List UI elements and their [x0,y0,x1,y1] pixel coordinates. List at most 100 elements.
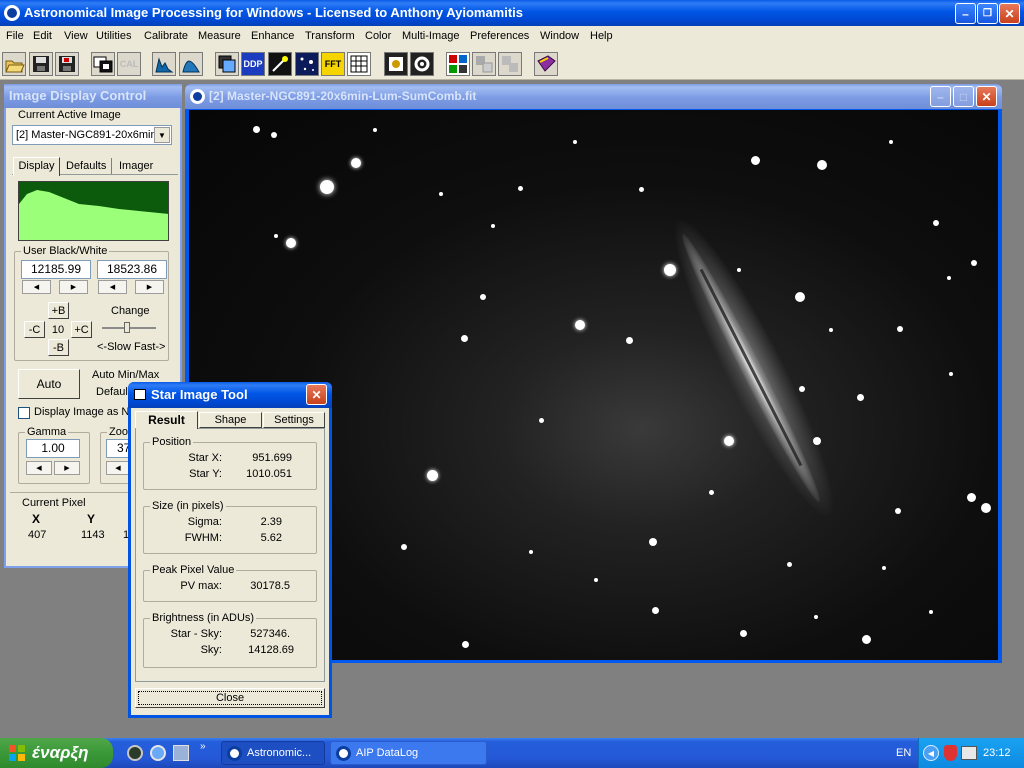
gamma-input[interactable]: 1.00 [26,439,80,458]
app-titlebar[interactable]: Astronomical Image Processing for Window… [0,0,1024,26]
star [889,140,893,144]
star [462,641,469,648]
active-image-dropdown[interactable]: [2] Master-NGC891-20x6min- ▼ [12,125,172,145]
close-dialog-button[interactable]: Close [135,688,325,708]
speed-slider[interactable] [102,322,156,333]
brightness-down-button[interactable]: -B [48,339,69,356]
tab-shape[interactable]: Shape [199,412,262,428]
tab-defaults[interactable]: Defaults [66,160,106,172]
star-tool-close-icon[interactable]: ✕ [306,384,327,405]
gamma-label: Gamma [25,426,69,438]
save-as-fits-icon[interactable] [55,52,79,76]
restore-button[interactable]: ❐ [977,3,998,24]
menu-calibrate[interactable]: Calibrate [144,26,188,46]
auto-minmax-label[interactable]: Auto Min/Max [92,369,159,381]
menu-view[interactable]: View [64,26,88,46]
tab-settings[interactable]: Settings [263,412,325,428]
network-tray-icon[interactable] [961,746,977,760]
contrast-up-button[interactable]: +C [71,321,92,338]
tab-display[interactable]: Display [13,157,60,176]
image-icon[interactable] [91,52,115,76]
image-minimize-button[interactable]: – [930,86,951,107]
start-button[interactable]: έναρξη [0,738,113,768]
menu-bar: File Edit View Utilities Calibrate Measu… [0,26,1024,46]
chevron-down-icon[interactable]: ▼ [154,127,170,143]
multi-image-icon[interactable] [446,52,470,76]
sigma-value: 2.39 [260,516,282,528]
cal-icon[interactable]: CAL [117,52,141,76]
chevron-right-icon[interactable]: » [200,741,206,752]
star [709,490,714,495]
menu-window[interactable]: Window [540,26,579,46]
grid-icon[interactable] [347,52,371,76]
curve-icon[interactable] [179,52,203,76]
white-level-input[interactable]: 18523.86 [97,260,167,279]
tray-arrow-icon[interactable]: ◀ [923,745,939,761]
star-field-icon[interactable] [295,52,319,76]
brightness-up-button[interactable]: +B [48,302,69,319]
histogram-icon[interactable] [152,52,176,76]
menu-utilities[interactable]: Utilities [96,26,131,46]
star [664,264,676,276]
align-icon[interactable] [472,52,496,76]
star [947,276,951,280]
auto-button[interactable]: Auto [18,369,80,399]
gamma-increase-button[interactable]: ▶ [54,461,80,475]
star-sky-label: Star - Sky: [170,628,222,640]
white-increase-button[interactable]: ▶ [135,280,164,294]
star [491,224,495,228]
clock[interactable]: 23:12 [983,747,1011,759]
gamma-decrease-button[interactable]: ◀ [26,461,52,475]
security-shield-icon[interactable] [944,745,957,761]
tab-imager[interactable]: Imager [119,160,153,172]
star [829,328,833,332]
menu-edit[interactable]: Edit [33,26,52,46]
black-increase-button[interactable]: ▶ [59,280,88,294]
stack-icon[interactable] [215,52,239,76]
image-maximize-button[interactable]: □ [953,86,974,107]
menu-help[interactable]: Help [590,26,613,46]
ddp-icon[interactable]: DDP [241,52,265,76]
menu-measure[interactable]: Measure [198,26,241,46]
media-player-icon[interactable] [127,745,143,761]
wand-icon[interactable] [268,52,292,76]
task-datalog[interactable]: AIP DataLog [330,741,487,765]
display-control-titlebar[interactable]: Image Display Control [4,84,182,108]
datalog-book-icon[interactable] [534,52,558,76]
star-tool-titlebar[interactable]: Star Image Tool ✕ [128,382,332,408]
image-window-titlebar[interactable]: [2] Master-NGC891-20x6min-Lum-SumComb.fi… [185,84,1002,109]
open-folder-icon[interactable] [2,52,26,76]
pv-max-value: 30178.5 [250,580,290,592]
contrast-down-button[interactable]: -C [24,321,45,338]
star [817,160,827,170]
menu-file[interactable]: File [6,26,24,46]
zoom-decrease-button[interactable]: ◀ [106,461,130,475]
tab-result[interactable]: Result [135,411,198,429]
save-icon[interactable] [29,52,53,76]
browser-icon[interactable] [150,745,166,761]
task-astronomic[interactable]: Astronomic... [221,741,325,765]
image-close-button[interactable]: ✕ [976,86,997,107]
close-button[interactable]: ✕ [999,3,1020,24]
start-label: έναρξη [32,743,89,762]
star [529,550,533,554]
fft-icon[interactable]: FFT [321,52,345,76]
menu-multi-image[interactable]: Multi-Image [402,26,459,46]
menu-enhance[interactable]: Enhance [251,26,294,46]
speed-slider-thumb[interactable] [124,322,130,333]
white-decrease-button[interactable]: ◀ [98,280,127,294]
star [799,386,805,392]
black-decrease-button[interactable]: ◀ [22,280,51,294]
display-as-checkbox[interactable] [18,407,30,419]
menu-color[interactable]: Color [365,26,391,46]
menu-transform[interactable]: Transform [305,26,355,46]
network-icon[interactable] [173,745,189,761]
menu-preferences[interactable]: Preferences [470,26,529,46]
blink-icon[interactable] [498,52,522,76]
minimize-button[interactable]: – [955,3,976,24]
black-level-input[interactable]: 12185.99 [21,260,91,279]
gear-icon[interactable] [410,52,434,76]
language-indicator[interactable]: EN [896,747,911,759]
default-label[interactable]: Default [96,386,131,398]
star-tool-icon[interactable] [384,52,408,76]
